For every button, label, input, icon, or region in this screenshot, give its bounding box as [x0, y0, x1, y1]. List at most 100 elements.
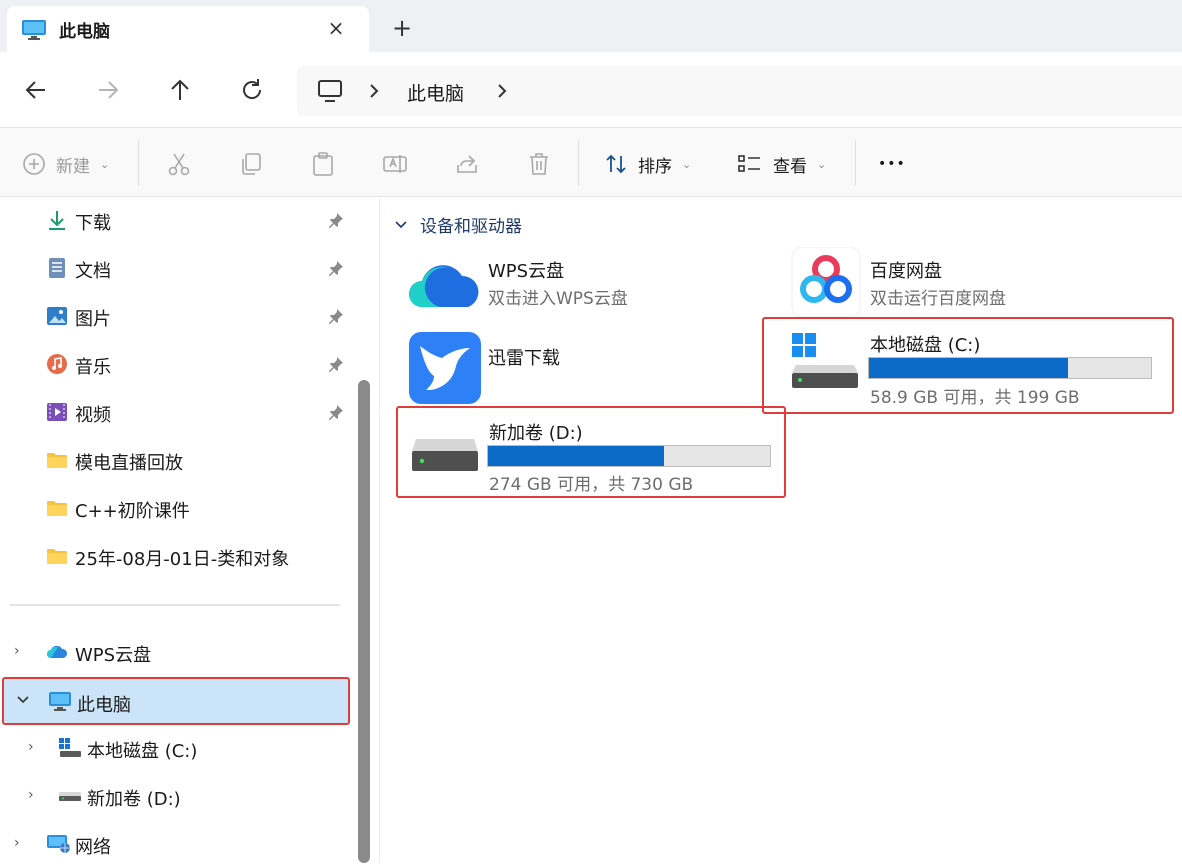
sidebar-item-label: 此电脑	[77, 695, 131, 716]
copy-icon	[242, 153, 261, 175]
chevron-right-icon[interactable]	[363, 80, 385, 106]
sidebar-item-label: 视频	[75, 405, 111, 426]
pin-icon[interactable]	[328, 404, 344, 424]
pin-icon[interactable]	[328, 308, 344, 328]
sidebar-item-wps-cloud[interactable]: › WPS云盘	[0, 629, 350, 675]
windows-drive-icon	[58, 737, 81, 759]
video-icon	[46, 401, 68, 423]
tab-this-pc[interactable]: 此电脑 ×	[7, 6, 369, 52]
group-header[interactable]: 设备和驱动器	[394, 212, 522, 237]
trash-icon	[530, 153, 548, 175]
pin-icon[interactable]	[328, 356, 344, 376]
sidebar-item-this-pc[interactable]: 此电脑	[2, 677, 350, 725]
view-icon	[738, 155, 760, 172]
item-name: 百度网盘	[870, 261, 942, 282]
sidebar-item-label: 25年-08月-01日-类和对象	[75, 549, 290, 570]
wps-cloud-icon	[408, 253, 482, 317]
drive-name: 本地磁盘 (C:)	[870, 335, 981, 356]
refresh-button[interactable]	[236, 74, 268, 106]
pin-icon[interactable]	[328, 260, 344, 280]
sidebar-item-label: 本地磁盘 (C:)	[87, 741, 198, 762]
chevron-right-icon[interactable]: ›	[28, 739, 34, 755]
clipboard-icon	[313, 152, 333, 176]
monitor-icon	[317, 78, 343, 108]
folder-icon	[46, 545, 68, 567]
sidebar-item-documents[interactable]: 文档	[0, 245, 350, 291]
chevron-down-icon[interactable]	[16, 693, 30, 711]
group-title: 设备和驱动器	[420, 217, 522, 237]
sidebar-item-pictures[interactable]: 图片	[0, 293, 350, 339]
navigation-bar: 此电脑	[0, 52, 1182, 127]
xunlei-tile[interactable]: 迅雷下载	[408, 332, 738, 407]
command-bar: 新建 ⌄ 排序 ⌄ 查看 ⌄ •••	[0, 127, 1182, 197]
scissors-icon	[168, 153, 190, 176]
new-button[interactable]: 新建 ⌄	[22, 150, 109, 178]
computer-icon	[21, 19, 47, 45]
delete-button[interactable]	[526, 150, 552, 178]
sidebar-item-folder[interactable]: C++初阶课件	[0, 485, 350, 531]
baidu-netdisk-icon	[790, 246, 862, 321]
copy-button[interactable]	[238, 150, 264, 178]
drive-icon	[410, 437, 480, 481]
sidebar-item-drive-c[interactable]: › 本地磁盘 (C:)	[0, 725, 350, 771]
back-button[interactable]	[20, 74, 52, 106]
folder-icon	[46, 449, 68, 471]
sidebar-item-label: 音乐	[75, 357, 111, 378]
chevron-down-icon: ⌄	[817, 157, 827, 171]
storage-bar-fill	[488, 446, 665, 466]
storage-bar-fill	[869, 358, 1068, 378]
chevron-right-icon[interactable]: ›	[14, 835, 20, 851]
sidebar-item-network[interactable]: › 网络	[0, 821, 350, 867]
scrollbar-thumb[interactable]	[358, 380, 370, 863]
document-icon	[46, 257, 68, 279]
sidebar-item-label: 下载	[75, 213, 111, 234]
drive-capacity: 58.9 GB 可用，共 199 GB	[870, 388, 1080, 408]
chevron-right-icon[interactable]: ›	[14, 643, 20, 659]
sidebar-item-drive-d[interactable]: › 新加卷 (D:)	[0, 773, 350, 819]
sidebar-item-folder[interactable]: 模电直播回放	[0, 437, 350, 483]
refresh-icon	[243, 79, 262, 99]
drive-d-tile[interactable]: 新加卷 (D:) 274 GB 可用，共 730 GB	[410, 419, 780, 495]
rename-button[interactable]	[382, 150, 408, 178]
sidebar-item-videos[interactable]: 视频	[0, 389, 350, 435]
close-icon[interactable]: ×	[322, 14, 350, 42]
view-button[interactable]: 查看 ⌄	[737, 150, 826, 178]
xunlei-icon	[408, 332, 482, 408]
sort-icon	[606, 154, 626, 174]
folder-icon	[46, 497, 68, 519]
sidebar-divider	[10, 604, 340, 606]
new-label: 新建	[56, 156, 90, 177]
music-icon	[46, 353, 68, 375]
sidebar-item-folder[interactable]: 25年-08月-01日-类和对象	[0, 533, 350, 579]
new-tab-button[interactable]: +	[388, 14, 416, 42]
breadcrumb[interactable]: 此电脑	[407, 79, 464, 106]
sidebar-item-downloads[interactable]: 下载	[0, 197, 350, 243]
up-button[interactable]	[164, 74, 196, 106]
chevron-down-icon	[395, 220, 407, 228]
sidebar-item-label: C++初阶课件	[75, 501, 190, 522]
cut-button[interactable]	[166, 150, 192, 178]
drive-c-tile[interactable]: 本地磁盘 (C:) 58.9 GB 可用，共 199 GB	[790, 329, 1170, 409]
drive-capacity: 274 GB 可用，共 730 GB	[489, 475, 694, 495]
baidu-netdisk-tile[interactable]: 百度网盘 双击运行百度网盘	[790, 246, 1120, 318]
address-bar[interactable]: 此电脑	[297, 66, 1182, 116]
picture-icon	[46, 305, 68, 327]
sidebar-item-music[interactable]: 音乐	[0, 341, 350, 387]
forward-button[interactable]	[92, 74, 124, 106]
chevron-right-icon[interactable]: ›	[28, 787, 34, 803]
wps-cloud-tile[interactable]: WPS云盘 双击进入WPS云盘	[408, 253, 738, 323]
pin-icon[interactable]	[328, 212, 344, 232]
cloud-icon	[46, 641, 68, 663]
arrow-right-icon	[99, 81, 119, 99]
view-label: 查看	[773, 156, 807, 177]
more-options-icon[interactable]: •••	[878, 150, 906, 178]
rename-icon	[383, 155, 407, 173]
sidebar-item-label: 新加卷 (D:)	[87, 789, 181, 810]
share-icon	[457, 155, 477, 173]
sort-button[interactable]: 排序 ⌄	[604, 150, 691, 178]
navigation-pane: 下载 文档 图片 音乐 视频 模电直播回放 C++初阶课件 25年-08月-01…	[0, 197, 352, 863]
share-button[interactable]	[454, 150, 480, 178]
divider	[855, 140, 856, 186]
chevron-right-icon[interactable]	[491, 80, 513, 106]
paste-button[interactable]	[310, 150, 336, 178]
